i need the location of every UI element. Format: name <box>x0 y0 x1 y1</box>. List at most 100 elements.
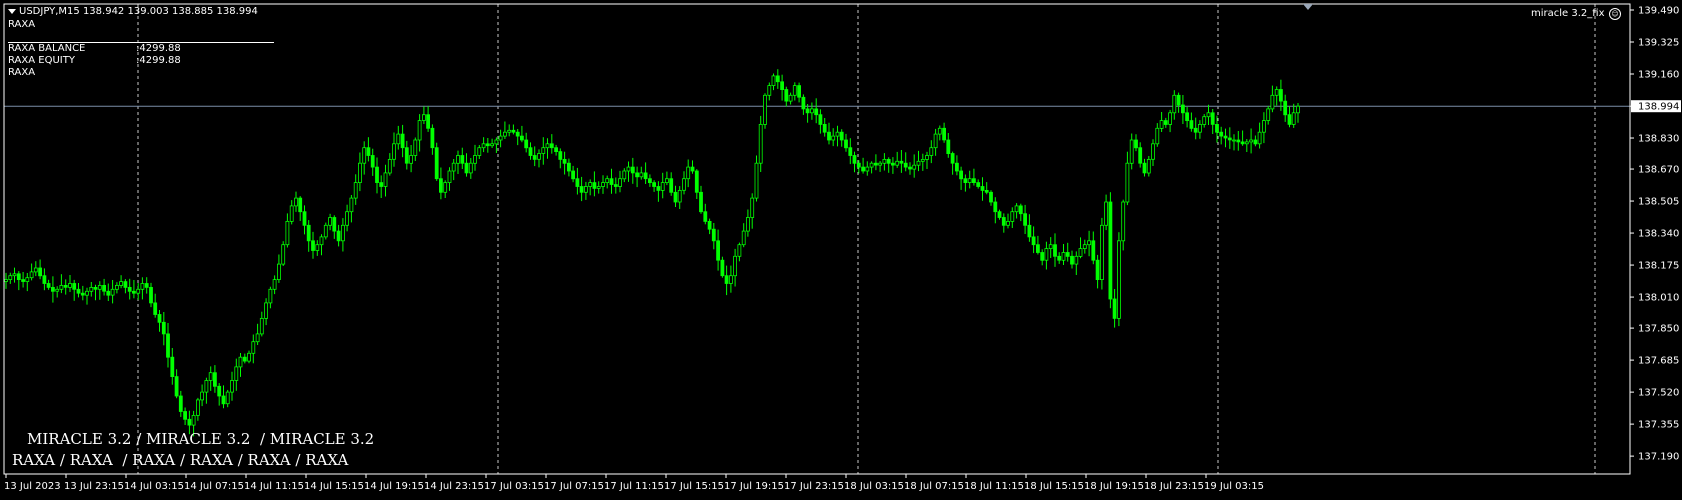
candle-body <box>1249 139 1253 143</box>
candle-body <box>149 286 153 304</box>
candle-body <box>903 162 908 168</box>
candle-body <box>545 143 550 149</box>
candle-body <box>221 395 226 405</box>
candle-body <box>268 288 273 304</box>
candle-body <box>601 182 605 187</box>
candle-body <box>153 302 158 315</box>
candle-body <box>1185 112 1189 122</box>
candle-body <box>878 162 882 166</box>
candle-body <box>596 186 601 189</box>
chart-shift-marker-icon[interactable] <box>1303 4 1313 10</box>
candle-body <box>554 147 558 152</box>
candle-body <box>886 158 891 164</box>
candle-body <box>72 283 77 290</box>
price-label: 137.685 <box>1638 356 1679 367</box>
time-label: 17 Jul 23:15 <box>784 481 844 492</box>
candle-body <box>259 317 264 335</box>
candle-body <box>242 356 247 362</box>
candle-body <box>639 172 644 178</box>
candle-body <box>502 131 507 137</box>
candle-body <box>677 189 682 203</box>
candle-body <box>1227 137 1232 141</box>
candle-body <box>814 108 819 116</box>
price-label: 138.175 <box>1638 261 1679 272</box>
time-label: 14 Jul 07:15 <box>184 481 244 492</box>
candle-body <box>1266 108 1271 121</box>
candle-body <box>340 224 345 242</box>
candle-body <box>626 166 631 172</box>
candle-body <box>370 155 375 168</box>
time-label: 18 Jul 15:15 <box>1024 481 1084 492</box>
candle-body <box>357 162 362 183</box>
price-label: 139.160 <box>1638 70 1679 81</box>
candle-body <box>690 166 695 172</box>
equity-label: RAXA EQUITY <box>8 55 75 66</box>
candle-body <box>1287 114 1292 125</box>
candle-body <box>686 166 691 180</box>
candle-body <box>102 284 106 292</box>
candle-body <box>1074 255 1079 265</box>
candle-body <box>490 143 495 147</box>
candle-body <box>170 356 175 378</box>
candle-body <box>59 284 64 290</box>
time-label: 18 Jul 23:15 <box>1144 481 1204 492</box>
candle-body <box>1095 259 1100 281</box>
indicator-name: RAXA <box>8 19 36 30</box>
time-label: 18 Jul 11:15 <box>964 481 1024 492</box>
candle-body <box>1078 248 1083 257</box>
chart-menu-arrow-icon[interactable] <box>8 9 16 14</box>
candle-body <box>251 341 256 354</box>
candle-body <box>1198 124 1202 133</box>
candle-body <box>669 178 674 193</box>
price-chart[interactable]: 139.490 139.325 139.160 138.994 138.830 138.6… <box>0 0 1682 500</box>
candle-body <box>1044 248 1049 261</box>
candle-body <box>605 178 610 183</box>
candle-body <box>1219 131 1224 137</box>
candle-body <box>673 191 678 203</box>
chart-window[interactable]: 139.490 139.325 139.160 138.994 138.830 138.6… <box>0 0 1682 500</box>
candle-body <box>332 217 337 232</box>
candle-body <box>579 186 584 193</box>
candle-body <box>1291 112 1296 125</box>
candle-body <box>178 395 183 412</box>
candle-body <box>528 147 533 156</box>
price-label: 137.520 <box>1638 388 1679 399</box>
candle-body <box>166 333 170 358</box>
time-label: 17 Jul 03:15 <box>484 481 544 492</box>
candle-body <box>1138 147 1143 164</box>
price-label: 138.830 <box>1638 134 1679 145</box>
candle-body <box>285 220 290 246</box>
candle-body <box>311 240 315 251</box>
candle-body <box>1014 205 1019 213</box>
candle-body <box>1027 224 1032 238</box>
candle-body <box>575 178 580 187</box>
candle-body <box>451 162 456 172</box>
candle-body <box>724 275 729 284</box>
candle-body <box>12 273 17 277</box>
candle-body <box>417 120 422 141</box>
candle-body <box>110 288 115 296</box>
candle-body <box>456 155 460 164</box>
candle-body <box>660 182 665 191</box>
candle-body <box>106 290 111 296</box>
candle-body <box>874 162 878 166</box>
candle-body <box>1202 116 1207 125</box>
candle-body <box>869 162 874 168</box>
candle-body <box>1053 244 1057 257</box>
watermark-line-1: MIRACLE 3.2 / MIRACLE 3.2 / MIRACLE 3.2 <box>27 430 375 448</box>
axes: 139.490 139.325 139.160 138.994 138.830 138.6… <box>3 3 1681 492</box>
candle-body <box>315 244 320 251</box>
candle-body <box>515 131 520 137</box>
price-label: 138.340 <box>1638 229 1679 240</box>
candle-body <box>810 108 814 114</box>
candle-body <box>929 147 934 156</box>
candle-body <box>754 162 759 199</box>
candle-body <box>1223 135 1228 139</box>
chart-frame <box>3 3 1631 475</box>
price-label: 139.490 <box>1638 6 1679 17</box>
candle-body <box>1206 112 1211 118</box>
candle-body <box>1082 244 1087 249</box>
candle-body <box>703 211 708 222</box>
candle-body <box>234 366 239 381</box>
expert-smiley-icon[interactable]: ☺ <box>1609 8 1621 20</box>
